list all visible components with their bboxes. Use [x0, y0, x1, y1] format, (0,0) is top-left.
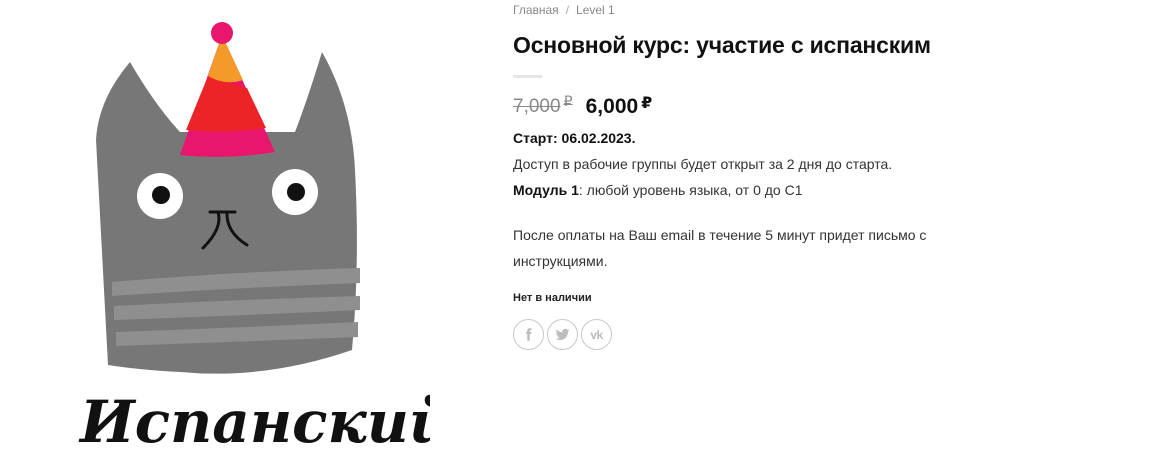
cat-pupil-right	[287, 183, 305, 201]
sale-price: 6,000 ₽	[585, 95, 653, 118]
old-price: 7,000 ₽	[513, 94, 573, 117]
breadcrumb-current[interactable]: Level 1	[576, 3, 615, 17]
share-icons: vk	[513, 319, 1113, 350]
product-title: Основной курс: участие с испанским	[513, 32, 931, 58]
price: 7,000 ₽ 6,000 ₽	[513, 92, 1113, 122]
access-info: Доступ в рабочие группы будет открыт за …	[513, 156, 893, 172]
cat-pupil-left	[152, 186, 170, 204]
email-info: После оплаты на Ваш email в течение 5 ми…	[513, 227, 927, 269]
pompom	[211, 22, 233, 44]
party-hat-band	[186, 76, 266, 132]
module-info: Модуль 1: любой уровень языка, от 0 до С…	[513, 182, 803, 198]
breadcrumb-separator: /	[565, 3, 570, 17]
share-vk-button[interactable]: vk	[581, 319, 612, 350]
breadcrumb: Главная / Level 1	[513, 2, 1113, 18]
product-summary: Главная / Level 1 Основной курс: участие с…	[513, 0, 1113, 350]
stock-status: Нет в наличии	[513, 292, 592, 304]
start-date: Старт: 06.02.2023.	[513, 130, 636, 146]
cat-illustration: Испанский	[78, 22, 451, 455]
twitter-icon	[555, 328, 570, 341]
logo-text: Испанский	[78, 388, 430, 450]
vk-icon: vk	[590, 327, 603, 342]
title-divider	[513, 75, 542, 78]
share-facebook-button[interactable]	[513, 319, 544, 350]
share-twitter-button[interactable]	[547, 319, 578, 350]
product-description: Старт: 06.02.2023. Доступ в рабочие груп…	[513, 125, 1113, 274]
facebook-icon	[526, 328, 532, 341]
breadcrumb-home[interactable]: Главная	[513, 3, 559, 17]
product-image[interactable]: Испанский	[60, 0, 451, 455]
